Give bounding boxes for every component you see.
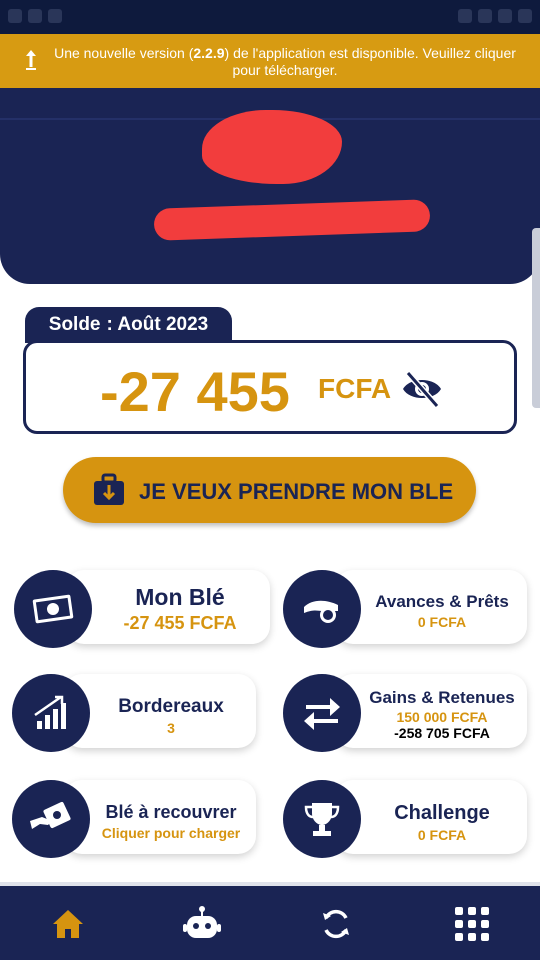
card-avances-prets[interactable]: Avances & Prêts 0 FCFA [283,570,527,648]
status-bar [0,0,540,34]
scroll-indicator[interactable] [532,228,540,408]
update-banner[interactable]: Une nouvelle version (2.2.9) de l'applic… [0,34,540,88]
notification-icon [8,9,22,23]
hand-money-icon [30,801,71,829]
card-icon-circle [12,674,90,752]
status-icons-left [8,9,62,23]
card-bordereaux[interactable]: Bordereaux 3 [12,674,256,752]
card-value: 0 FCFA [417,614,467,630]
robot-icon[interactable] [182,904,222,944]
card-challenge[interactable]: Challenge 0 FCFA [283,780,527,858]
take-ble-label: JE VEUX PRENDRE MON BLE [139,479,454,504]
notification-icon [48,9,62,23]
update-message: Une nouvelle version (2.2.9) de l'applic… [54,45,516,78]
card-icon-circle [12,780,90,858]
bar-chart-up-icon [34,695,66,729]
sync-icon[interactable] [316,904,356,944]
grid-icon[interactable] [452,904,492,944]
card-title: Avances & Prêts [375,592,509,611]
balance-label: Solde [48,314,101,335]
card-title: Challenge [394,802,490,824]
card-gains-retenues[interactable]: Gains & Retenues 150 000 FCFA -258 705 F… [283,674,527,752]
balance-card: -27 455 FCFA [23,340,517,434]
card-text: Mon Blé -27 455 FCFA [104,584,256,634]
balance-tab: Solde : Août 2023 [25,307,232,343]
card-mon-ble[interactable]: Mon Blé -27 455 FCFA [14,570,270,648]
home-icon[interactable] [48,904,88,944]
card-text: Blé à recouvrer Cliquer pour charger [96,802,246,841]
balance-period: : Août 2023 [106,314,209,335]
card-text: Bordereaux 3 [98,696,244,736]
update-version: 2.2.9 [193,45,225,61]
battery-icon [498,9,512,23]
card-icon-circle [14,570,92,648]
card-value: 3 [167,720,175,736]
take-ble-button[interactable]: JE VEUX PRENDRE MON BLE [63,457,476,523]
card-text: Gains & Retenues 150 000 FCFA -258 705 F… [367,688,517,741]
card-icon-circle [283,674,361,752]
balance-amount: -27 455 [100,360,290,423]
trophy-icon [304,803,340,836]
redacted-avatar [202,110,342,184]
card-title: Gains & Retenues [369,688,515,707]
signal-icon [458,9,472,23]
card-text: Avances & Prêts 0 FCFA [367,592,517,630]
eye-slash-icon[interactable] [400,369,444,409]
card-title: Mon Blé [135,584,225,610]
card-value-secondary: -258 705 FCFA [394,725,490,741]
clock-icon [518,9,532,23]
card-icon-circle [283,570,361,648]
wifi-icon [478,9,492,23]
card-title: Bordereaux [118,696,224,717]
hand-coin-icon [304,600,338,623]
balance-currency: FCFA [318,373,392,404]
card-value: 0 FCFA [417,827,467,843]
briefcase-download-icon [94,473,124,505]
card-icon-circle [283,780,361,858]
card-title: Blé à recouvrer [105,802,237,822]
banknote-icon [32,594,74,624]
upload-arrow-icon [26,50,36,70]
bottom-nav [0,886,540,960]
card-ble-a-recouvrer[interactable]: Blé à recouvrer Cliquer pour charger [12,780,256,858]
card-value: 150 000 FCFA [396,709,488,725]
notification-icon [28,9,42,23]
status-icons-right [458,9,532,23]
card-value: Cliquer pour charger [101,825,241,841]
card-text: Challenge 0 FCFA [367,802,517,843]
card-value: -27 455 FCFA [123,613,237,633]
swap-arrows-icon [304,698,340,730]
